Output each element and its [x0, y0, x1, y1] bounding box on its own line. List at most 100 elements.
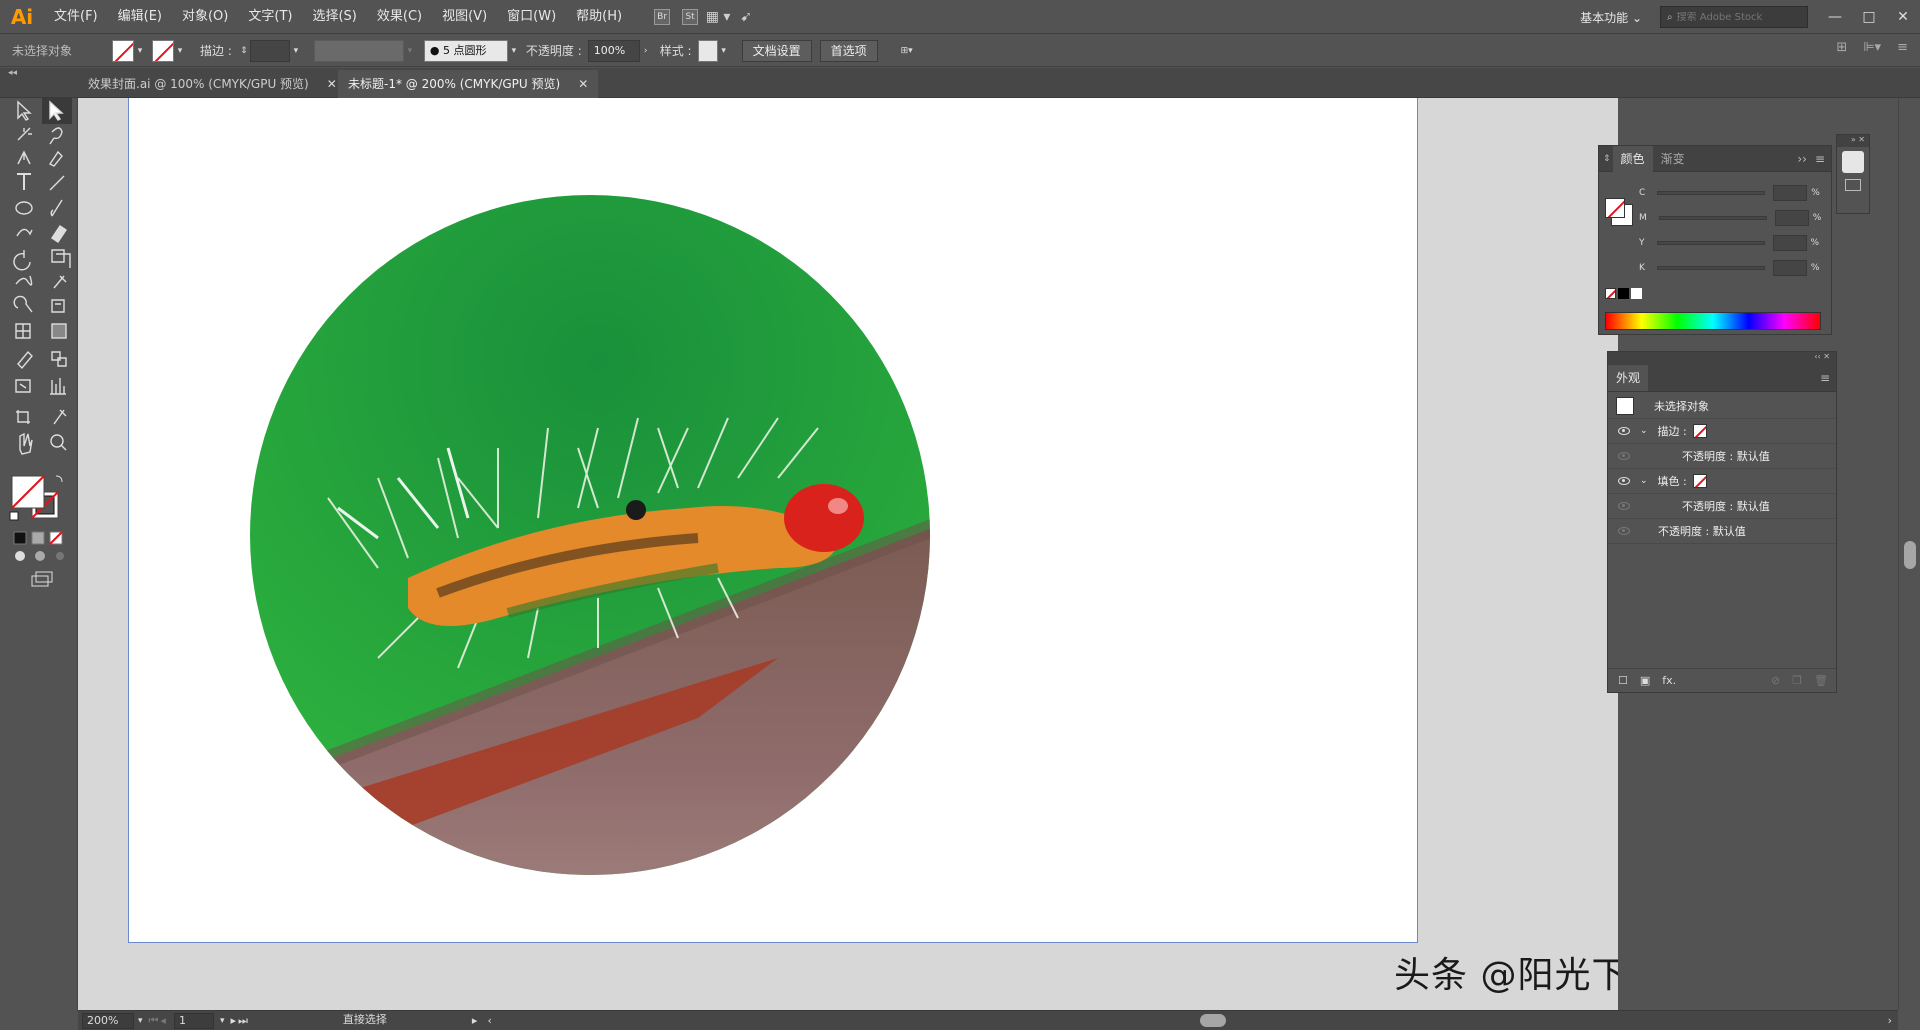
tab-untitled-1[interactable]: 未标题-1* @ 200% (CMYK/GPU 预览) ✕ — [338, 70, 599, 98]
chevron-down-icon[interactable]: ⌄ — [1640, 426, 1648, 436]
chevron-down-icon[interactable]: ⌄ — [1640, 476, 1648, 486]
menu-object[interactable]: 对象(O) — [172, 0, 238, 34]
vertical-scroll-thumb[interactable] — [1904, 541, 1916, 569]
variable-width-profile[interactable] — [313, 39, 404, 62]
tab-gradient[interactable]: 渐变 — [1653, 146, 1693, 172]
menu-effect[interactable]: 效果(C) — [367, 0, 432, 34]
menu-view[interactable]: 视图(V) — [432, 0, 497, 34]
stroke-dropdown-icon[interactable]: ▾ — [174, 40, 186, 62]
panel-menu-icon[interactable]: ≡ — [1820, 371, 1830, 385]
menu-select[interactable]: 选择(S) — [302, 0, 366, 34]
visibility-eye-icon[interactable] — [1618, 527, 1630, 535]
color-fill-stroke[interactable] — [1605, 184, 1635, 226]
menu-edit[interactable]: 编辑(E) — [108, 0, 172, 34]
close-tab-icon[interactable]: ✕ — [327, 77, 337, 91]
stock-button[interactable]: St — [676, 0, 704, 34]
document-setup-button[interactable]: 文档设置 — [741, 39, 812, 62]
opacity-field[interactable]: 100% — [587, 39, 640, 62]
clear-appearance-icon[interactable]: ⊘ — [1771, 674, 1780, 687]
transform-options-icon[interactable]: ⊞▾ — [892, 40, 922, 62]
fill-dropdown-icon[interactable]: ▾ — [134, 40, 146, 62]
close-button[interactable]: ✕ — [1886, 0, 1920, 34]
visibility-eye-icon[interactable] — [1618, 502, 1630, 510]
align-icon[interactable]: ⊞ — [1836, 40, 1847, 55]
slider-c[interactable]: C% — [1639, 184, 1820, 202]
bridge-button[interactable]: Br — [648, 0, 676, 34]
horizontal-scroll-thumb[interactable] — [1200, 1014, 1226, 1027]
stroke-weight-dropdown-icon[interactable]: ▾ — [290, 40, 302, 62]
tab-appearance[interactable]: 外观 — [1608, 364, 1649, 391]
workspace-switcher[interactable]: 基本功能 ⌄ — [1570, 9, 1660, 26]
value-field[interactable] — [1774, 210, 1809, 226]
stock-search-box[interactable]: ⌕ — [1660, 6, 1808, 28]
stroke-stepper[interactable]: ⇕ — [238, 40, 250, 62]
delete-item-icon[interactable]: 🗑 — [1814, 674, 1828, 687]
value-field[interactable] — [1773, 185, 1808, 201]
panel-menu-icon[interactable]: ≡ — [1815, 152, 1825, 166]
add-fill-icon[interactable]: ▣ — [1640, 674, 1650, 687]
profile-dropdown-icon[interactable]: ▾ — [404, 40, 416, 62]
menu-type[interactable]: 文字(T) — [238, 0, 302, 34]
artwork[interactable] — [78, 98, 1618, 1010]
scroll-right-icon[interactable]: › — [1888, 1014, 1892, 1027]
dock-grip[interactable]: » ✕ — [1837, 135, 1869, 147]
visibility-eye-icon[interactable] — [1618, 427, 1630, 435]
gpu-performance-button[interactable]: ➹ — [732, 0, 760, 34]
fill-swatch[interactable] — [112, 39, 135, 62]
slider-y[interactable]: Y% — [1639, 234, 1819, 252]
style-dropdown-icon[interactable]: ▾ — [718, 40, 730, 62]
stroke-row[interactable]: ⌄ 描边 : — [1608, 419, 1836, 444]
quick-swatches[interactable] — [1605, 288, 1642, 299]
opacity-row[interactable]: 不透明度 : 默认值 — [1608, 519, 1836, 544]
add-stroke-icon[interactable]: ☐ — [1618, 674, 1628, 687]
value-field[interactable] — [1772, 235, 1807, 251]
scroll-left-icon[interactable]: ‹ — [487, 1014, 491, 1027]
duplicate-item-icon[interactable]: ❐ — [1792, 674, 1802, 687]
panel-menu-icon[interactable]: ≡ — [1897, 40, 1908, 55]
menu-window[interactable]: 窗口(W) — [497, 0, 566, 34]
visibility-eye-icon[interactable] — [1618, 452, 1630, 460]
fill-row[interactable]: ⌄ 填色 : — [1608, 469, 1836, 494]
tab-effect-cover[interactable]: 效果封面.ai @ 100% (CMYK/GPU 预览) ✕ — [78, 70, 347, 98]
opacity-label[interactable]: 不透明度 : 默认值 — [1658, 523, 1746, 539]
artboard-number-field[interactable]: 1 — [173, 1012, 214, 1029]
stroke-swatch[interactable] — [152, 39, 175, 62]
palette-icon[interactable] — [1842, 151, 1864, 173]
zoom-dropdown-icon[interactable]: ▾ — [138, 1016, 143, 1026]
panel-collapse-icon[interactable]: ⇕ — [1603, 154, 1611, 164]
graphic-style-swatch[interactable] — [697, 39, 718, 62]
color-guide-icon[interactable] — [1845, 179, 1861, 191]
menu-help[interactable]: 帮助(H) — [566, 0, 632, 34]
stroke-weight-field[interactable] — [249, 39, 290, 62]
visibility-eye-icon[interactable] — [1618, 477, 1630, 485]
maximize-button[interactable]: □ — [1852, 0, 1886, 34]
panel-grip[interactable]: ‹‹ ✕ — [1608, 352, 1836, 364]
vertical-scrollbar[interactable] — [1898, 98, 1920, 1010]
brush-definition[interactable]: ● 5 点圆形 — [423, 39, 508, 62]
arrange-documents-button[interactable]: ▦ ▾ — [704, 0, 732, 34]
fill-opacity-label[interactable]: 不透明度 : 默认值 — [1682, 498, 1770, 514]
fill-swatch[interactable] — [1692, 474, 1707, 488]
status-menu-icon[interactable]: ▸ — [472, 1014, 478, 1027]
artboard-dropdown-icon[interactable]: ▾ — [220, 1016, 225, 1026]
fill-opacity-row[interactable]: 不透明度 : 默认值 — [1608, 494, 1836, 519]
tool-status[interactable]: 直接选择 — [260, 1013, 470, 1029]
value-field[interactable] — [1772, 260, 1807, 276]
canvas-area[interactable]: 头条 @阳光下的奔跑者 — [78, 98, 1618, 1010]
next-last-artboard-icon[interactable]: ▸⏭ — [230, 1014, 249, 1028]
stroke-swatch[interactable] — [1692, 424, 1707, 438]
opacity-expand-icon[interactable]: › — [640, 40, 652, 62]
close-tab-icon[interactable]: ✕ — [578, 77, 588, 91]
stroke-opacity-label[interactable]: 不透明度 : 默认值 — [1682, 448, 1770, 464]
menu-file[interactable]: 文件(F) — [44, 0, 108, 34]
fx-button[interactable]: fx. — [1662, 674, 1676, 687]
color-spectrum[interactable] — [1605, 312, 1821, 330]
stock-search-input[interactable] — [1676, 11, 1787, 23]
brush-dropdown-icon[interactable]: ▾ — [508, 40, 520, 62]
slider-k[interactable]: K% — [1639, 259, 1819, 277]
tab-color[interactable]: 颜色 — [1612, 145, 1653, 172]
distribute-icon[interactable]: ⊫▾ — [1863, 40, 1881, 55]
minimize-button[interactable]: — — [1818, 0, 1852, 34]
preferences-button[interactable]: 首选项 — [819, 39, 878, 62]
collapse-toolbar-icon[interactable]: ◂◂ — [8, 68, 17, 78]
